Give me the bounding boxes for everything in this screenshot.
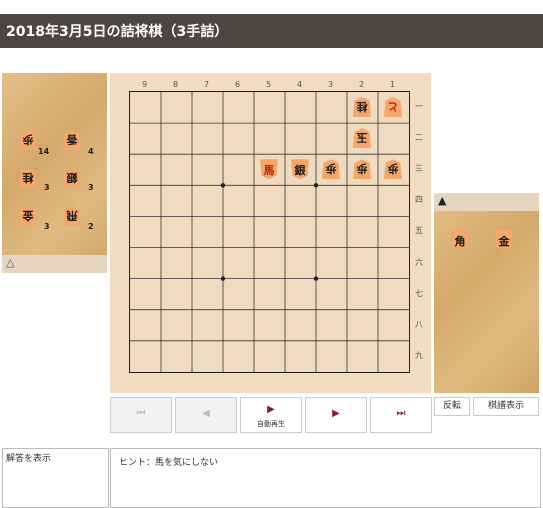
flip-board-button[interactable]: 反転 <box>434 397 470 416</box>
star-point <box>313 276 319 281</box>
piece-char: 歩 <box>387 162 399 176</box>
hand-count: 4 <box>88 147 94 156</box>
file-label: 7 <box>203 80 210 89</box>
hand-piece-kaku[interactable]: 角 <box>449 229 471 251</box>
rank-label: 九 <box>415 350 423 360</box>
piece-char: 馬 <box>263 164 275 178</box>
hand-count: 3 <box>88 183 94 192</box>
page-title: 2018年3月5日の詰将棋（3手詰） <box>6 24 229 40</box>
piece-char: 歩 <box>325 162 337 176</box>
page-header: 2018年3月5日の詰将棋（3手詰） <box>0 14 543 48</box>
first-move-button[interactable]: ⏮ <box>110 397 172 433</box>
hand-piece-hi[interactable]: 飛 <box>61 205 83 227</box>
star-point <box>220 183 226 188</box>
piece-char: 桂 <box>356 100 368 113</box>
sente-mark: ▲ <box>438 194 447 207</box>
piece-char: 銀 <box>294 164 306 178</box>
gote-hand-label: △ <box>2 255 107 273</box>
file-label: 8 <box>172 80 179 89</box>
file-label: 5 <box>265 80 272 89</box>
hand-count: 14 <box>38 147 50 156</box>
rank-label: 五 <box>415 226 423 236</box>
hand-piece-kyo[interactable]: 香 <box>61 129 83 151</box>
hand-piece-kin[interactable]: 金 <box>17 205 39 227</box>
next-move-button[interactable]: ▶ <box>305 397 367 433</box>
rank-label: 七 <box>415 288 423 298</box>
board-piece[interactable]: 歩 <box>382 158 404 180</box>
board-piece[interactable]: 馬 <box>258 158 280 180</box>
piece-char: 歩 <box>356 162 368 176</box>
hand-count: 3 <box>44 183 50 192</box>
rank-label: 六 <box>415 257 423 267</box>
board-piece[interactable]: 歩 <box>351 158 373 180</box>
hand-count: 2 <box>88 222 94 231</box>
auto-play-button[interactable]: ▶ 自動再生 <box>240 397 302 433</box>
board-piece[interactable]: 銀 <box>289 158 311 180</box>
show-kifu-button[interactable]: 棋譜表示 <box>473 397 539 416</box>
star-point <box>313 183 319 188</box>
board-piece[interactable]: 歩 <box>320 158 342 180</box>
board-piece[interactable]: と <box>382 96 404 118</box>
prev-move-button[interactable]: ◀ <box>175 397 237 433</box>
file-label: 9 <box>141 80 148 89</box>
hint-text: ヒント：馬を気にしない <box>119 458 219 468</box>
gote-hand-area: 歩 14 香 4 桂 3 銀 3 金 3 飛 2 △ <box>2 73 107 273</box>
hand-piece-fu[interactable]: 歩 <box>17 129 39 151</box>
hand-piece-gin[interactable]: 銀 <box>61 167 83 189</box>
file-label: 2 <box>358 80 365 89</box>
rank-label: 三 <box>415 164 423 174</box>
board-piece[interactable]: 桂 <box>351 96 373 118</box>
piece-char: と <box>387 100 399 113</box>
file-label: 1 <box>389 80 396 89</box>
last-move-button[interactable]: ⏭ <box>370 397 432 433</box>
hand-count: 3 <box>44 222 50 231</box>
sente-hand-label: ▲ <box>434 193 539 211</box>
rank-label: 二 <box>415 133 423 143</box>
hint-box: ヒント：馬を気にしない <box>110 448 541 508</box>
board-piece[interactable]: 玉 <box>351 127 373 149</box>
show-answer-label: 解答を表示 <box>6 454 52 464</box>
rank-label: 八 <box>415 319 423 329</box>
rank-label: 四 <box>415 195 423 205</box>
show-answer-box[interactable]: 解答を表示 <box>2 448 109 508</box>
star-point <box>220 276 226 281</box>
sente-hand-area: ▲ 角 金 <box>434 193 539 393</box>
hand-piece-kei[interactable]: 桂 <box>17 167 39 189</box>
file-label: 4 <box>296 80 303 89</box>
piece-char: 玉 <box>356 131 368 145</box>
file-label: 3 <box>327 80 334 89</box>
file-label: 6 <box>234 80 241 89</box>
gote-mark: △ <box>6 256 15 269</box>
rank-label: 一 <box>415 102 423 111</box>
hand-piece-kin[interactable]: 金 <box>493 229 515 251</box>
